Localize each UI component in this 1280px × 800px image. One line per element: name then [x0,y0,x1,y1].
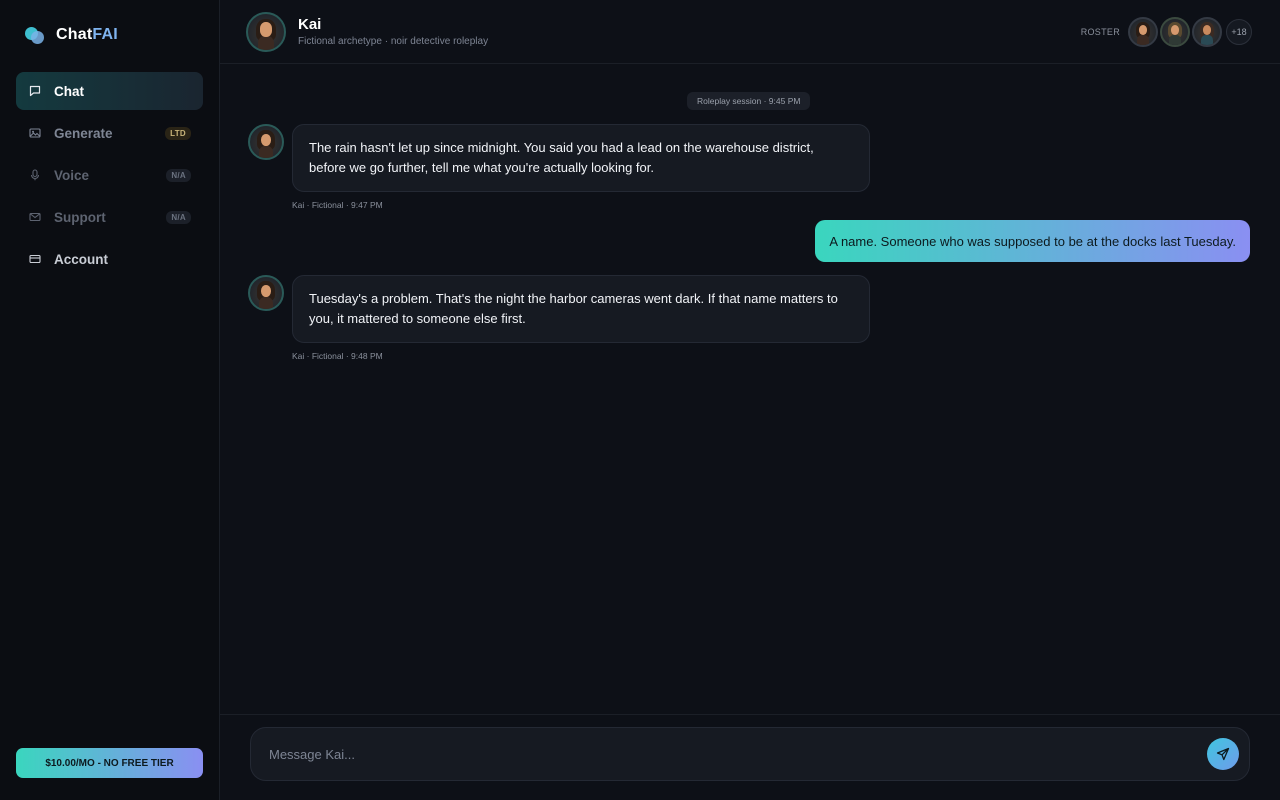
character-avatar[interactable] [246,11,286,52]
sidebar-item-support[interactable]: Support N/A [16,198,203,236]
message-meta: Kai · Fictional · 9:48 PM [292,351,383,361]
card-icon [28,252,42,266]
sidebar-item-account[interactable]: Account [16,240,203,278]
character-name: Kai [298,16,322,33]
send-icon [1216,747,1230,761]
user-message-bubble: A name. Someone who was supposed to be a… [815,220,1250,262]
roster-more-button[interactable]: +18 [1226,18,1252,45]
sidebar-item-generate[interactable]: Generate LTD [16,114,203,152]
character-subtitle: Fictional archetype · noir detective rol… [298,36,489,47]
sidebar-item-label: Chat [54,83,84,99]
sidebar-nav: Chat Generate LTD Voice N/A Support N/A [16,72,203,278]
brand-name-main: Chat [56,26,93,43]
session-label: Roleplay session · 9:45 PM [687,92,811,110]
ltd-badge: LTD [165,126,191,140]
sidebar-item-voice[interactable]: Voice N/A [16,156,203,194]
composer [250,727,1250,781]
chatfai-logo-icon [24,24,46,46]
message-input[interactable] [269,746,1207,762]
message-meta: Kai · Fictional · 9:47 PM [292,200,383,210]
microphone-icon [28,168,42,182]
chat-main: Kai Fictional archetype · noir detective… [220,0,1280,800]
sidebar-item-label: Support [54,209,106,225]
bot-avatar [248,124,284,160]
roster-avatar[interactable] [1192,16,1222,47]
plan-button[interactable]: $10.00/MO - NO FREE TIER [16,748,203,778]
na-badge: N/A [166,168,191,182]
chat-header: Kai Fictional archetype · noir detective… [220,0,1280,64]
composer-area [220,714,1280,800]
send-button[interactable] [1207,738,1239,770]
bot-avatar [248,275,284,311]
mail-icon [28,210,42,224]
sidebar-item-label: Account [54,251,108,267]
sidebar-item-chat[interactable]: Chat [16,72,203,110]
bot-message-bubble: The rain hasn't let up since midnight. Y… [292,124,870,192]
roster-avatar[interactable] [1160,16,1190,47]
sidebar-item-label: Voice [54,167,90,183]
brand-name: ChatFAI [56,26,118,44]
roster-label: ROSTER [1080,26,1120,37]
message-bot: Tuesday's a problem. That's the night th… [248,275,870,361]
image-icon [28,126,42,140]
roster-avatar[interactable] [1128,16,1158,47]
brand-name-accent: FAI [92,26,118,43]
bot-message-bubble: Tuesday's a problem. That's the night th… [292,275,870,343]
na-badge: N/A [166,210,191,224]
chat-bubble-icon [28,84,42,98]
roster: ROSTER +18 [1080,16,1252,47]
sidebar-item-label: Generate [54,125,113,141]
brand[interactable]: ChatFAI [16,16,203,54]
message-list: Roleplay session · 9:45 PM The rain hasn… [220,64,1280,714]
character-info: Kai Fictional archetype · noir detective… [298,16,488,47]
message-bot: The rain hasn't let up since midnight. Y… [248,124,870,210]
sidebar: ChatFAI Chat Generate LTD Voice N/A Supp… [0,0,220,800]
